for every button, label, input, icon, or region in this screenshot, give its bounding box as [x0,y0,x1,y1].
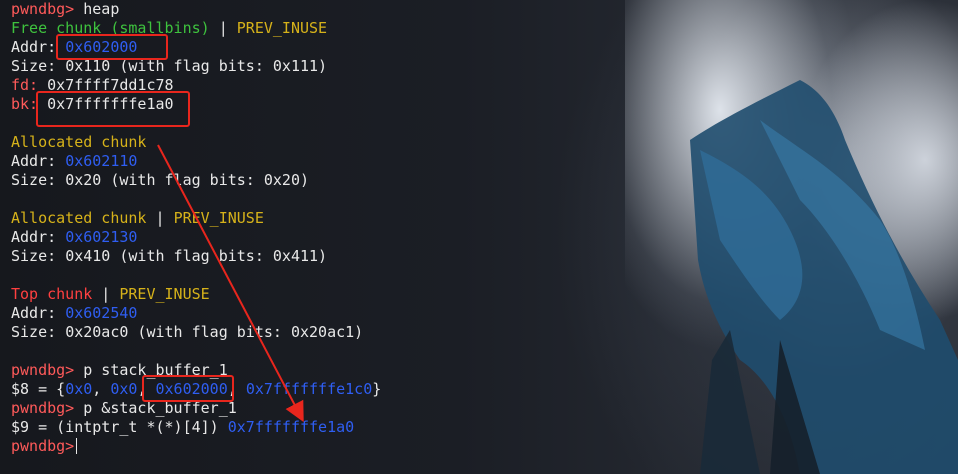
array-value-3: 0x7fffffffe1c0 [245,380,373,398]
top-chunk-addr: Addr: 0x602540 [11,304,958,323]
heap-command-line: pwndbg> heap [11,0,958,19]
command-text: heap [74,0,120,18]
flag-label: PREV_INUSE [119,285,210,303]
alloc-chunk-2-header: Allocated chunk | PREV_INUSE [11,209,958,228]
alloc-chunk-2-addr: Addr: 0x602130 [11,228,958,247]
addr-value: 0x602110 [65,152,138,170]
print-output-9: $9 = (intptr_t *(*)[4]) 0x7fffffffe1a0 [11,418,958,437]
separator: | [146,209,174,227]
alloc-chunk-1-size: Size: 0x20 (with flag bits: 0x20) [11,171,958,190]
addr-value: 0x602540 [65,304,138,322]
separator: | [92,285,120,303]
alloc-chunk-1-addr: Addr: 0x602110 [11,152,958,171]
size-value: 0x410 (with flag bits: 0x411) [65,247,328,265]
size-label: Size: [11,247,66,265]
flag-label: PREV_INUSE [236,19,328,37]
prompt: pwndbg> [11,0,75,18]
alloc-chunk-title: Allocated chunk [11,133,147,151]
alloc-chunk-2-size: Size: 0x410 (with flag bits: 0x411) [11,247,958,266]
array-value-0: 0x0 [65,380,93,398]
array-value-1: 0x0 [110,380,138,398]
size-label: Size: [11,171,66,189]
highlight-box-free-chunk-addr [56,34,168,60]
addr-value: 0x602130 [65,228,138,246]
top-chunk-title: Top chunk [11,285,93,303]
flag-label: PREV_INUSE [173,209,264,227]
separator: | [209,19,237,37]
pointer-value: 0x7fffffffe1a0 [227,418,355,436]
addr-label: Addr: [11,228,66,246]
alloc-chunk-1-header: Allocated chunk [11,133,958,152]
terminal-output: pwndbg> heap Free chunk (smallbins) | PR… [11,0,958,474]
prompt: pwndbg> [11,399,75,417]
input-line[interactable]: pwndbg> [11,437,958,456]
output-prefix: $8 = { [11,380,66,398]
output-prefix: $9 = (intptr_t *(*)[4]) [11,418,228,436]
size-label: Size: [11,323,66,341]
prompt: pwndbg> [11,437,75,455]
output-suffix: } [372,380,382,398]
addr-label: Addr: [11,152,66,170]
prompt: pwndbg> [11,361,75,379]
separator: , [92,380,111,398]
top-chunk-header: Top chunk | PREV_INUSE [11,285,958,304]
text-cursor[interactable] [76,438,78,454]
alloc-chunk-title: Allocated chunk [11,209,147,227]
top-chunk-size: Size: 0x20ac0 (with flag bits: 0x20ac1) [11,323,958,342]
addr-label: Addr: [11,304,66,322]
size-value: 0x20ac0 (with flag bits: 0x20ac1) [65,323,364,341]
highlight-box-bk-value [36,91,190,127]
highlight-box-array-value [142,375,234,402]
size-value: 0x20 (with flag bits: 0x20) [65,171,310,189]
